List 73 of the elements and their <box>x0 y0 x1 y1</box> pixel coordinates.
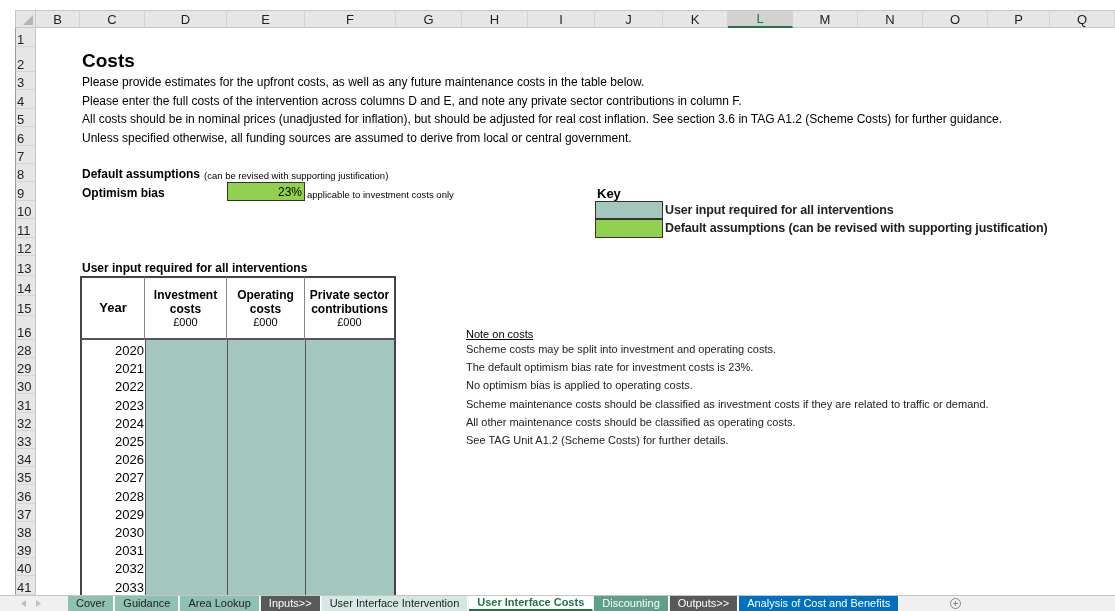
column-header[interactable]: M <box>793 10 858 28</box>
instruction-text: Please provide estimates for the upfront costs, as well as any future maintenance costs in the table below. <box>81 75 646 91</box>
triangle-icon <box>23 15 33 25</box>
sheet-tab[interactable]: Cover <box>68 595 115 611</box>
field-note: applicable to investment costs only <box>306 188 455 201</box>
column-header[interactable]: D <box>145 10 227 28</box>
note-text: Scheme maintenance costs should be classified as investment costs if they are related to traffic or demand. <box>465 397 990 410</box>
sheet-tab[interactable]: Inputs>> <box>260 595 321 611</box>
section-note: (can be revised with supporting justification) <box>204 170 389 182</box>
row-header[interactable]: 11 <box>15 219 36 238</box>
column-heading: Year <box>80 275 145 340</box>
column-header[interactable]: E <box>227 10 305 28</box>
instruction-text: Unless specified otherwise, all funding sources are assumed to derive from local or central government. <box>81 130 633 146</box>
row-header[interactable]: 16 <box>15 315 36 340</box>
column-header[interactable]: Q <box>1050 10 1115 28</box>
instruction-text: All costs should be in nominal prices (unadjusted for inflation), but should be adjusted for real cost inflation. See section 3.6 in TAG A1.2 (Scheme Costs) for further guidance. <box>81 112 1004 128</box>
key-title: Key <box>596 185 622 201</box>
row-header[interactable]: 2 <box>15 47 36 72</box>
row-header[interactable]: 3 <box>15 72 36 91</box>
note-text: No optimism bias is applied to operating costs. <box>465 379 694 392</box>
row-header[interactable]: 31 <box>15 394 36 413</box>
note-text: The default optimism bias rate for investment costs is 23%. <box>465 361 755 374</box>
select-all-corner[interactable] <box>15 10 36 28</box>
row-header[interactable]: 4 <box>15 90 36 109</box>
column-header[interactable]: P <box>988 10 1050 28</box>
row-header[interactable]: 30 <box>15 376 36 395</box>
column-header[interactable]: B <box>36 10 80 28</box>
input-area[interactable] <box>145 339 227 595</box>
note-title: Note on costs <box>465 327 535 340</box>
row-header[interactable]: 35 <box>15 467 36 486</box>
column-header[interactable]: I <box>528 10 595 28</box>
instruction-text: Please enter the full costs of the intervention across columns D and E, and note any private sector contributions in column F. <box>81 93 743 109</box>
sheet-tab[interactable]: Area Lookup <box>180 595 260 611</box>
row-header[interactable]: 9 <box>15 182 36 201</box>
scroll-left-icon[interactable] <box>21 599 26 607</box>
sheet-tab[interactable]: Outputs>> <box>669 595 739 611</box>
input-area[interactable] <box>305 339 396 595</box>
sheet-tab[interactable]: Analysis of Cost and Benefits <box>739 595 900 611</box>
key-label: User input required for all interventions <box>664 202 894 217</box>
key-label: Default assumptions (can be revised with supporting justification) <box>664 221 1048 236</box>
page-title: Costs <box>81 50 136 72</box>
column-header[interactable]: N <box>858 10 923 28</box>
field-label: Optimism bias <box>81 185 166 201</box>
sheet-tab[interactable]: User Interface Costs <box>469 595 594 611</box>
optimism-bias-cell[interactable]: 23% <box>227 182 305 201</box>
add-sheet-icon[interactable] <box>950 597 962 609</box>
row-header[interactable]: 15 <box>15 295 36 316</box>
note-text: See TAG Unit A1.2 (Scheme Costs) for further details. <box>465 433 730 446</box>
column-header[interactable]: J <box>595 10 663 28</box>
scroll-right-icon[interactable] <box>36 599 41 607</box>
row-header[interactable]: 34 <box>15 449 36 468</box>
input-area[interactable] <box>227 339 305 595</box>
row-header[interactable]: 14 <box>15 275 36 296</box>
note-text: All other maintenance costs should be classified as operating costs. <box>465 415 797 428</box>
row-header[interactable]: 29 <box>15 358 36 377</box>
note-text: Scheme costs may be split into investment and operating costs. <box>465 343 777 355</box>
column-header[interactable]: O <box>923 10 988 28</box>
column-header[interactable]: H <box>462 10 528 28</box>
row-header[interactable]: 6 <box>15 127 36 146</box>
column-header[interactable]: G <box>396 10 462 28</box>
column-header[interactable]: L <box>728 10 793 28</box>
row-header[interactable]: 1 <box>15 28 36 47</box>
section-heading: Default assumptions <box>82 167 201 182</box>
table-caption: User input required for all interventions <box>81 260 309 276</box>
sheet-tab[interactable]: User Interface Intervention <box>321 595 469 611</box>
column-header[interactable]: C <box>80 10 145 28</box>
row-header[interactable]: 36 <box>15 485 36 504</box>
column-header[interactable]: F <box>305 10 396 28</box>
row-header[interactable]: 13 <box>15 255 36 276</box>
column-header[interactable]: K <box>663 10 728 28</box>
row-header[interactable]: 40 <box>15 558 36 577</box>
row-header[interactable]: 41 <box>15 576 36 595</box>
sheet-tab[interactable]: Guidance <box>115 595 180 611</box>
